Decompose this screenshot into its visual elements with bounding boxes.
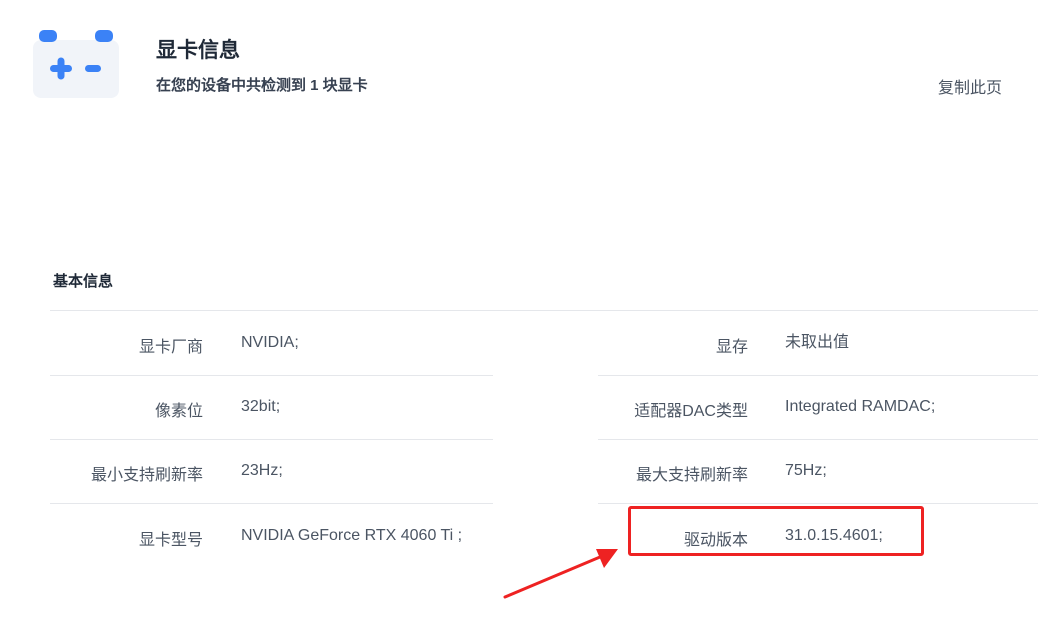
copy-page-button[interactable]: 复制此页: [938, 74, 1002, 98]
field-value-vendor: NVIDIA;: [241, 334, 299, 351]
section-title-basic-info: 基本信息: [53, 273, 114, 290]
field-label-vendor: 显卡厂商: [138, 339, 203, 356]
divider: [598, 439, 1038, 440]
field-label-model: 显卡型号: [138, 532, 203, 549]
field-label-memory: 显存: [715, 339, 748, 356]
page-title: 显卡信息: [156, 39, 240, 62]
field-value-dac-type: Integrated RAMDAC;: [785, 398, 936, 415]
divider: [598, 503, 1038, 504]
field-label-pixel-depth: 像素位: [154, 403, 203, 420]
divider: [50, 503, 493, 504]
field-label-dac-type: 适配器DAC类型: [634, 403, 748, 420]
gpu-card-icon: [33, 30, 119, 98]
field-label-max-refresh: 最大支持刷新率: [635, 467, 748, 484]
field-value-model: NVIDIA GeForce RTX 4060 Ti ;: [241, 527, 463, 544]
field-value-pixel-depth: 32bit;: [241, 398, 281, 415]
field-value-min-refresh: 23Hz;: [241, 462, 283, 479]
field-value-max-refresh: 75Hz;: [785, 462, 827, 479]
field-value-memory: 未取出值: [785, 334, 850, 351]
highlight-box: [628, 506, 924, 556]
divider: [50, 439, 493, 440]
divider: [50, 375, 493, 376]
annotation-arrow-icon: [503, 549, 618, 599]
divider: [598, 375, 1038, 376]
divider: [50, 310, 1038, 311]
field-label-min-refresh: 最小支持刷新率: [90, 467, 203, 484]
page-subtitle: 在您的设备中共检测到 1 块显卡: [156, 77, 368, 94]
